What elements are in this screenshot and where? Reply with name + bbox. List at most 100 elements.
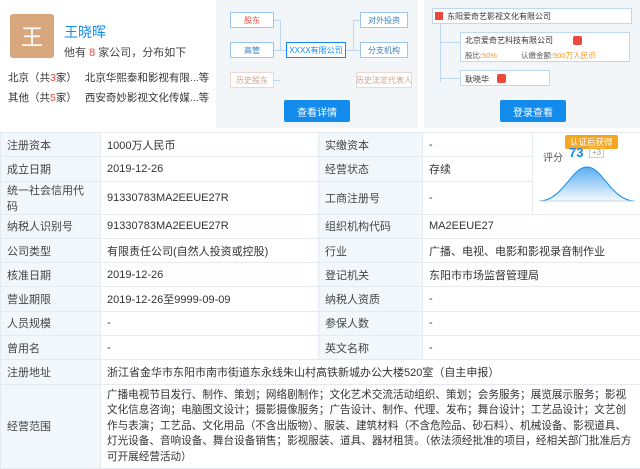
company-count: 他有 8 家公司，分布如下 — [64, 44, 186, 60]
field-value: - — [422, 335, 640, 361]
field-label: 核准日期 — [0, 262, 101, 288]
top-company-node: 东阳爱奇艺影视文化有限公司 — [432, 8, 632, 24]
field-value: - — [422, 286, 640, 312]
region-label: 其他（共5家） — [8, 90, 82, 105]
history-shareholder-node: 历史股东 — [230, 72, 274, 88]
equity-connector — [440, 42, 460, 43]
field-label: 纳税人识别号 — [0, 213, 101, 239]
table-row: 纳税人识别号 91330783MA2EEUE27R 组织机构代码 MA2EEUE… — [0, 213, 640, 239]
capital-value: 900万人民币 — [553, 51, 596, 60]
history-legal-node: 历史法定代表人 — [356, 72, 412, 88]
field-label: 经营状态 — [318, 156, 423, 182]
field-value: MA2EEUE27 — [422, 213, 640, 239]
graph-connector — [353, 20, 354, 50]
ratio-label: 股比: — [465, 51, 483, 60]
table-row: 经营范围 广播电视节目发行、制作、策划；网络剧制作；文化艺术交流活动组织、策划；… — [0, 383, 640, 469]
field-label: 经营范围 — [0, 383, 101, 469]
login-view-button[interactable]: 登录查看 — [500, 100, 566, 122]
table-row: 核准日期 2019-12-26 登记机关 东阳市市场监督管理局 — [0, 262, 640, 288]
field-value: 广播、电视、电影和影视录音制作业 — [422, 237, 640, 264]
field-value: 91330783MA2EEUE27R — [100, 213, 319, 239]
third-node: 耿晓华 — [460, 70, 550, 86]
region-row-beijing: 北京（共3家） 北京华熙泰和影视有限...等 — [8, 70, 209, 85]
graph-connector — [274, 80, 280, 81]
field-value: 91330783MA2EEUE27R — [100, 180, 319, 215]
top-company-name: 东阳爱奇艺影视文化有限公司 — [447, 12, 551, 21]
child-company-node: 北京爱奇艺科技有限公司 股比:50% 认缴金额:900万人民币 — [460, 32, 630, 62]
branch-node: 分支机构 — [360, 42, 408, 58]
score-widget[interactable]: 认证后获得 评分 73 +3 — [532, 132, 640, 215]
top-overview: 王 王晓晖 他有 8 家公司，分布如下 北京（共3家） 北京华熙泰和影视有限..… — [0, 0, 640, 128]
field-label: 组织机构代码 — [318, 213, 423, 239]
capital-label: 认缴金额: — [521, 51, 554, 60]
equity-connector — [440, 24, 441, 82]
field-value: 2019-12-26 — [100, 262, 319, 288]
count-number: 8 — [89, 47, 96, 59]
field-value: - — [422, 131, 533, 158]
field-label: 曾用名 — [0, 335, 101, 361]
field-label: 工商注册号 — [318, 180, 423, 215]
invest-node: 对外投资 — [360, 12, 408, 28]
table-row: 公司类型 有限责任公司(自然人投资或控股) 行业 广播、电视、电影和影视录音制作… — [0, 237, 640, 264]
field-label: 公司类型 — [0, 237, 101, 264]
score-plus: +3 — [589, 147, 605, 158]
third-node-name: 耿晓华 — [465, 75, 489, 84]
field-value: 1000万人民币 — [100, 131, 319, 158]
field-label: 英文名称 — [318, 335, 423, 361]
field-value: - — [422, 180, 533, 215]
view-details-button[interactable]: 查看详情 — [284, 100, 350, 122]
region-companies-link[interactable]: 北京华熙泰和影视有限...等 — [85, 72, 209, 84]
field-value: - — [100, 335, 319, 361]
ratio-line: 股比:50% — [465, 50, 497, 61]
risk-icon — [573, 36, 582, 45]
field-label: 营业期限 — [0, 286, 101, 312]
field-label: 统一社会信用代码 — [0, 180, 101, 215]
score-distribution-curve-icon — [538, 166, 636, 202]
count-suffix: 家公司，分布如下 — [98, 47, 187, 59]
relationship-graph-panel: 股东 高管 历史股东 XXXX有限公司 对外投资 分支机构 历史法定代表人 查看… — [216, 0, 418, 128]
field-label: 参保人数 — [318, 310, 423, 337]
field-label: 注册资本 — [0, 131, 101, 158]
field-label: 实缴资本 — [318, 131, 423, 158]
capital-line: 认缴金额:900万人民币 — [521, 50, 596, 61]
risk-icon — [497, 74, 506, 83]
business-scope-value: 广播电视节目发行、制作、策划；网络剧制作；文化艺术交流活动组织、策划；会务服务；… — [100, 383, 640, 469]
table-row: 注册资本 1000万人民币 实缴资本 - 认证后获得 评分 73 +3 — [0, 131, 640, 215]
region-companies-link[interactable]: 西安奇妙影视文化传媒...等 — [85, 92, 209, 104]
field-value: - — [422, 310, 640, 337]
count-prefix: 他有 — [64, 47, 86, 59]
field-label: 注册地址 — [0, 359, 101, 385]
field-value: 2019-12-26 — [100, 156, 319, 182]
region-suffix: 家） — [55, 92, 77, 104]
center-company-node: XXXX有限公司 — [286, 42, 346, 58]
field-value: 有限责任公司(自然人投资或控股) — [100, 237, 319, 264]
field-value: 存续 — [422, 156, 533, 182]
ratio-value: 50% — [482, 51, 498, 60]
avatar: 王 — [10, 14, 54, 58]
executive-node: 高管 — [230, 42, 274, 58]
region-suffix: 家） — [55, 72, 77, 84]
score-value: 73 — [569, 145, 584, 160]
business-info-table: 注册资本 1000万人民币 实缴资本 - 认证后获得 评分 73 +3 成立日期… — [0, 131, 640, 469]
shareholder-node: 股东 — [230, 12, 274, 28]
field-label: 人员规模 — [0, 310, 101, 337]
equity-connector — [440, 78, 460, 79]
table-row: 营业期限 2019-12-26至9999-09-09 纳税人资质 - — [0, 286, 640, 312]
table-row: 曾用名 - 英文名称 - — [0, 335, 640, 361]
field-value: 2019-12-26至9999-09-09 — [100, 286, 319, 312]
field-label: 纳税人资质 — [318, 286, 423, 312]
region-prefix: （共 — [29, 72, 50, 84]
address-value: 浙江省金华市东阳市南市街道东永线朱山村高铁新城办公大楼520室（自主申报） — [100, 359, 640, 385]
region-city: 北京 — [8, 72, 29, 84]
table-row: 人员规模 - 参保人数 - — [0, 310, 640, 337]
child-company-name: 北京爱奇艺科技有限公司 — [465, 36, 553, 45]
graph-connector — [353, 20, 360, 21]
region-prefix: （共 — [29, 92, 50, 104]
person-name-link[interactable]: 王晓晖 — [64, 22, 106, 42]
company-logo-icon — [435, 12, 443, 20]
field-value: - — [100, 310, 319, 337]
field-label: 登记机关 — [318, 262, 423, 288]
field-value: 东阳市市场监督管理局 — [422, 262, 640, 288]
region-city: 其他 — [8, 92, 29, 104]
table-row: 注册地址 浙江省金华市东阳市南市街道东永线朱山村高铁新城办公大楼520室（自主申… — [0, 359, 640, 385]
